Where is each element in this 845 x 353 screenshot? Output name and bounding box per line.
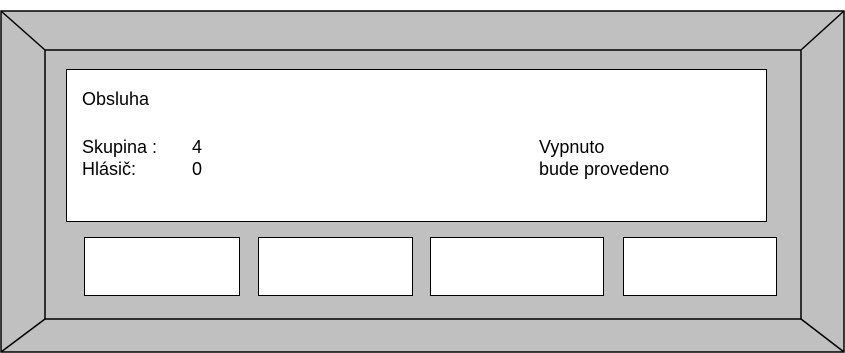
softkey-4[interactable]	[623, 237, 777, 296]
screen-title: Obsluha	[82, 89, 150, 109]
control-panel: Obsluha Skupina : 4 Hlásič: 0 Vypnuto bu…	[0, 0, 845, 353]
display-screen: Obsluha Skupina : 4 Hlásič: 0 Vypnuto bu…	[66, 69, 767, 222]
group-value: 4	[192, 137, 203, 157]
detector-value: 0	[192, 159, 203, 179]
status-line-2: bude provedeno	[539, 159, 670, 179]
softkey-2[interactable]	[258, 237, 413, 296]
status-line-1: Vypnuto	[539, 137, 605, 157]
softkey-1[interactable]	[84, 237, 240, 296]
group-label: Skupina :	[82, 137, 158, 157]
detector-label: Hlásič:	[82, 159, 137, 179]
softkey-3[interactable]	[430, 237, 604, 296]
